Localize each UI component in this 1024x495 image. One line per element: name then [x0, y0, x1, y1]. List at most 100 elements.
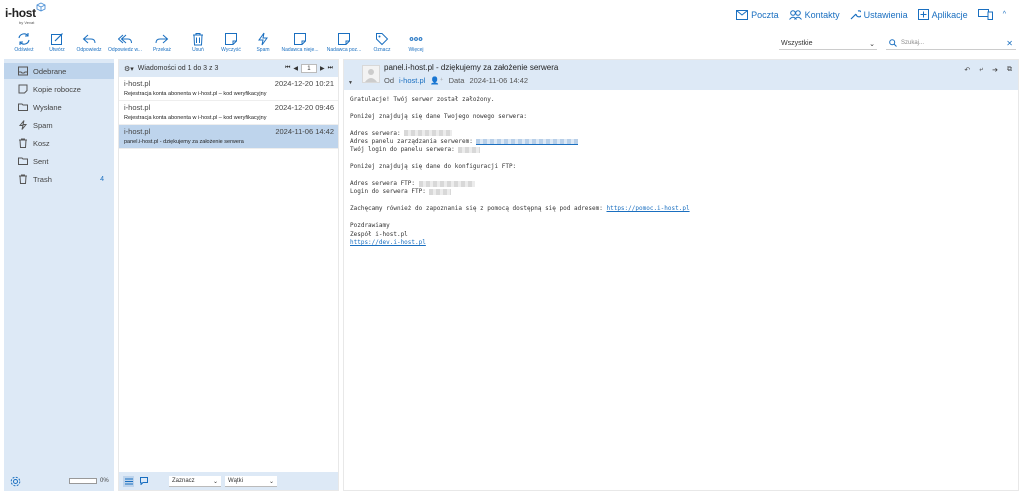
message-body: Gratulacje! Twój serwer został założony.… [350, 96, 690, 246]
message-reader: ▼ panel.i-host.pl - dziękujemy za założe… [343, 59, 1019, 491]
sidebar-item-sent-en[interactable]: Sent [4, 153, 114, 169]
devices-button[interactable] [977, 9, 993, 20]
nav-contacts[interactable]: Kontakty [788, 9, 840, 20]
quota-bar [69, 478, 97, 484]
contacts-icon [788, 9, 802, 20]
help-link[interactable]: https://pomoc.i-host.pl [606, 205, 689, 212]
redacted-link[interactable] [476, 138, 579, 145]
avatar [362, 65, 380, 83]
inbox-icon [18, 66, 28, 76]
allowed-sender-button[interactable]: Nadawca poz... [325, 32, 363, 53]
preview-toggle-icon[interactable] [138, 476, 149, 487]
top-bar: i-host by Vevat Poczta Kontakty Ustawien… [0, 0, 1024, 32]
open-window-icon[interactable]: ⧉ [1007, 66, 1012, 74]
nav-apps[interactable]: Aplikacje [917, 9, 968, 20]
reply-all-icon[interactable]: ⤶ [979, 66, 983, 74]
reply-button[interactable]: Odpowiedz [70, 32, 108, 53]
forward-icon[interactable]: ➔ [992, 66, 998, 74]
nav-mail-label: Poczta [751, 9, 779, 20]
sidebar-item-drafts[interactable]: Kopie robocze [4, 81, 114, 97]
nav-settings-label: Ustawienia [863, 9, 908, 20]
lightning-icon [258, 32, 268, 46]
sidebar-item-inbox[interactable]: Odebrane [4, 63, 114, 79]
envelope-icon [736, 9, 749, 20]
message-actions: ↶ ⤶ ➔ ⧉ [964, 66, 1012, 74]
brand-logo[interactable]: i-host by Vevat [5, 2, 46, 25]
person-icon [365, 69, 377, 82]
reply-icon [82, 34, 96, 44]
redacted-text [418, 180, 475, 187]
sidebar-item-label: Wysłane [33, 102, 62, 112]
sidebar-item-sent[interactable]: Wysłane [4, 99, 114, 115]
mark-button[interactable]: Oznacz [363, 32, 401, 53]
forward-icon [155, 34, 169, 44]
nav-apps-label: Aplikacje [931, 9, 968, 20]
threads-dropdown[interactable]: Wątki ⌄ [225, 475, 277, 487]
blocked-sender-button[interactable]: Nadawca nieje... [281, 32, 319, 53]
redacted-text [404, 130, 453, 137]
folder-icon [18, 103, 28, 111]
sidebar-item-label: Spam [33, 120, 53, 130]
cube-icon [36, 2, 46, 12]
more-button[interactable]: Więcej [397, 32, 435, 53]
expand-header-icon[interactable]: ▼ [348, 80, 353, 86]
sidebar-item-label: Sent [33, 156, 49, 166]
list-item-selected[interactable]: i-host.pl 2024-11-06 14:42 panel.i-host.… [119, 125, 338, 149]
filter-value: Wszystkie [781, 40, 813, 47]
chevron-down-icon: ⌄ [212, 478, 218, 485]
gear-icon[interactable] [10, 476, 21, 487]
reply-icon[interactable]: ↶ [964, 66, 970, 74]
nav-mail[interactable]: Poczta [736, 9, 779, 20]
search-input[interactable]: Szukaj... ✕ [886, 37, 1016, 50]
message-date: 2024-11-06 14:42 [469, 76, 529, 85]
more-icon [409, 37, 423, 41]
folder-icon [18, 157, 28, 165]
quota-value: 0% [100, 478, 109, 484]
chevron-down-icon: ⌄ [869, 40, 875, 48]
last-page-icon[interactable]: ⏭ [328, 65, 333, 72]
dev-link[interactable]: https://dev.i-host.pl [350, 239, 426, 246]
lightning-icon [18, 120, 28, 130]
message-meta: Od i-host.pl 👤⁺ Data 2024-11-06 14:42 [384, 76, 529, 85]
refresh-icon [18, 33, 30, 45]
trash-icon [193, 33, 203, 46]
next-page-icon[interactable]: ▶ [320, 65, 325, 72]
sidebar-item-spam[interactable]: Spam [4, 117, 114, 133]
reply-all-button[interactable]: Odpowiedz w... [106, 32, 144, 53]
plus-square-icon [917, 9, 929, 20]
search-icon [889, 39, 897, 47]
tag-icon [376, 33, 389, 46]
nav-settings[interactable]: Ustawienia [850, 9, 908, 20]
message-subject: panel.i-host.pl - dziękujemy za założeni… [384, 63, 559, 72]
sidebar-item-label: Odebrane [33, 66, 67, 76]
devices-icon [977, 9, 993, 20]
list-item[interactable]: i-host.pl 2024-12-20 09:46 Rejestracja k… [119, 101, 338, 125]
sidebar-item-trash-en[interactable]: Trash 4 [4, 171, 114, 187]
sidebar-item-label: Kopie robocze [33, 84, 81, 94]
select-dropdown[interactable]: Zaznacz ⌄ [169, 475, 221, 487]
nav-contacts-label: Kontakty [804, 9, 840, 20]
first-page-icon[interactable]: ⏮ [285, 65, 290, 72]
folder-sidebar: Odebrane Kopie robocze Wysłane Spam Kosz… [4, 59, 114, 491]
sidebar-item-label: Kosz [33, 138, 50, 148]
drafts-icon [18, 84, 28, 94]
prev-page-icon[interactable]: ◀ [293, 65, 298, 72]
wrench-icon [850, 10, 861, 20]
filter-select[interactable]: Wszystkie ⌄ [779, 38, 877, 50]
reply-all-icon [118, 34, 132, 44]
page-input[interactable]: 1 [300, 64, 317, 73]
clear-search-icon[interactable]: ✕ [1006, 39, 1013, 48]
collapse-chevron-icon[interactable]: ^ [1003, 11, 1006, 18]
message-list: ⚙▾ Wiadomości od 1 do 3 z 3 ⏮ ◀ 1 ▶ ⏭ i-… [118, 59, 339, 491]
forward-button[interactable]: Przekaż [143, 32, 181, 53]
add-contact-icon[interactable]: 👤⁺ [430, 76, 443, 85]
sidebar-item-trash-pl[interactable]: Kosz [4, 135, 114, 151]
spam-button[interactable]: Spam [244, 32, 282, 53]
list-options-gear-icon[interactable]: ⚙▾ [124, 65, 134, 73]
list-view-icon[interactable] [123, 475, 134, 487]
trash-icon [19, 174, 27, 184]
list-item[interactable]: i-host.pl 2024-12-20 10:21 Rejestracja k… [119, 77, 338, 101]
sender-link[interactable]: i-host.pl [399, 76, 425, 85]
note-icon [225, 33, 237, 45]
search-placeholder: Szukaj... [901, 40, 925, 46]
